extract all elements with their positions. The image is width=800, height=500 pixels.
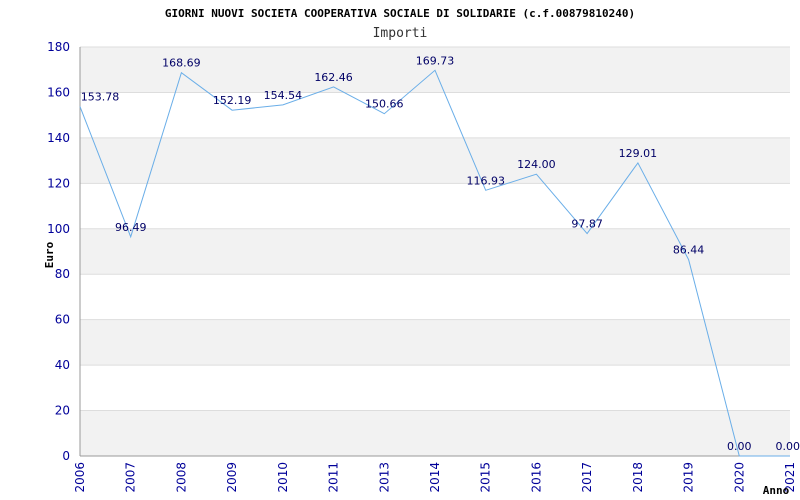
data-label: 150.66 — [365, 98, 404, 111]
x-tick-label: 2007 — [124, 462, 138, 493]
x-tick-label: 2019 — [682, 462, 696, 493]
data-label: 152.19 — [213, 94, 252, 107]
data-label: 116.93 — [466, 174, 505, 187]
x-tick-label: 2015 — [479, 462, 493, 493]
data-label: 0.00 — [727, 440, 752, 453]
x-tick-label: 2008 — [174, 462, 188, 493]
data-label: 169.73 — [416, 54, 455, 67]
grid-band — [80, 410, 790, 456]
x-tick-label: 2006 — [73, 462, 87, 493]
y-tick-label: 0 — [62, 449, 70, 463]
x-tick-label: 2009 — [225, 462, 239, 493]
y-tick-label: 20 — [55, 404, 70, 418]
data-label: 124.00 — [517, 158, 556, 171]
x-tick-label: 2017 — [580, 462, 594, 493]
y-tick-label: 100 — [47, 222, 70, 236]
data-label: 162.46 — [314, 71, 353, 84]
data-label: 129.01 — [619, 147, 658, 160]
y-tick-label: 80 — [55, 267, 70, 281]
x-tick-label: 2020 — [732, 462, 746, 493]
line-chart: GIORNI NUOVI SOCIETA COOPERATIVA SOCIALE… — [43, 7, 800, 497]
data-label: 153.78 — [81, 91, 120, 104]
y-tick-label: 140 — [47, 131, 70, 145]
x-tick-labels: 2006 2007 2008 2009 2010 2011 2013 2014 2015 2016… — [73, 462, 797, 493]
y-axis-label: Euro — [43, 241, 56, 268]
grid-band — [80, 319, 790, 366]
y-tick-label: 40 — [55, 358, 70, 372]
x-tick-label: 2013 — [377, 462, 391, 493]
data-label: 86.44 — [673, 244, 705, 257]
x-tick-label: 2011 — [327, 462, 341, 493]
y-tick-label: 120 — [47, 176, 70, 190]
y-tick-label: 60 — [55, 313, 70, 327]
x-tick-label: 2018 — [631, 462, 645, 493]
y-tick-label: 180 — [47, 40, 70, 54]
data-label: 154.54 — [264, 89, 303, 102]
x-tick-label: 2014 — [428, 462, 442, 493]
x-tick-label: 2010 — [276, 462, 290, 493]
x-axis-label: Anno — [763, 484, 790, 497]
data-label: 0.00 — [776, 440, 800, 453]
chart-container: GIORNI NUOVI SOCIETA COOPERATIVA SOCIALE… — [0, 0, 800, 500]
chart-title: GIORNI NUOVI SOCIETA COOPERATIVA SOCIALE… — [165, 7, 635, 20]
data-label: 168.69 — [162, 57, 201, 70]
y-tick-label: 160 — [47, 85, 70, 99]
grid-band — [80, 137, 790, 184]
x-tick-label: 2016 — [529, 462, 543, 493]
data-label: 97.87 — [571, 218, 603, 231]
chart-subtitle: Importi — [373, 26, 428, 41]
data-label: 96.49 — [115, 221, 147, 234]
